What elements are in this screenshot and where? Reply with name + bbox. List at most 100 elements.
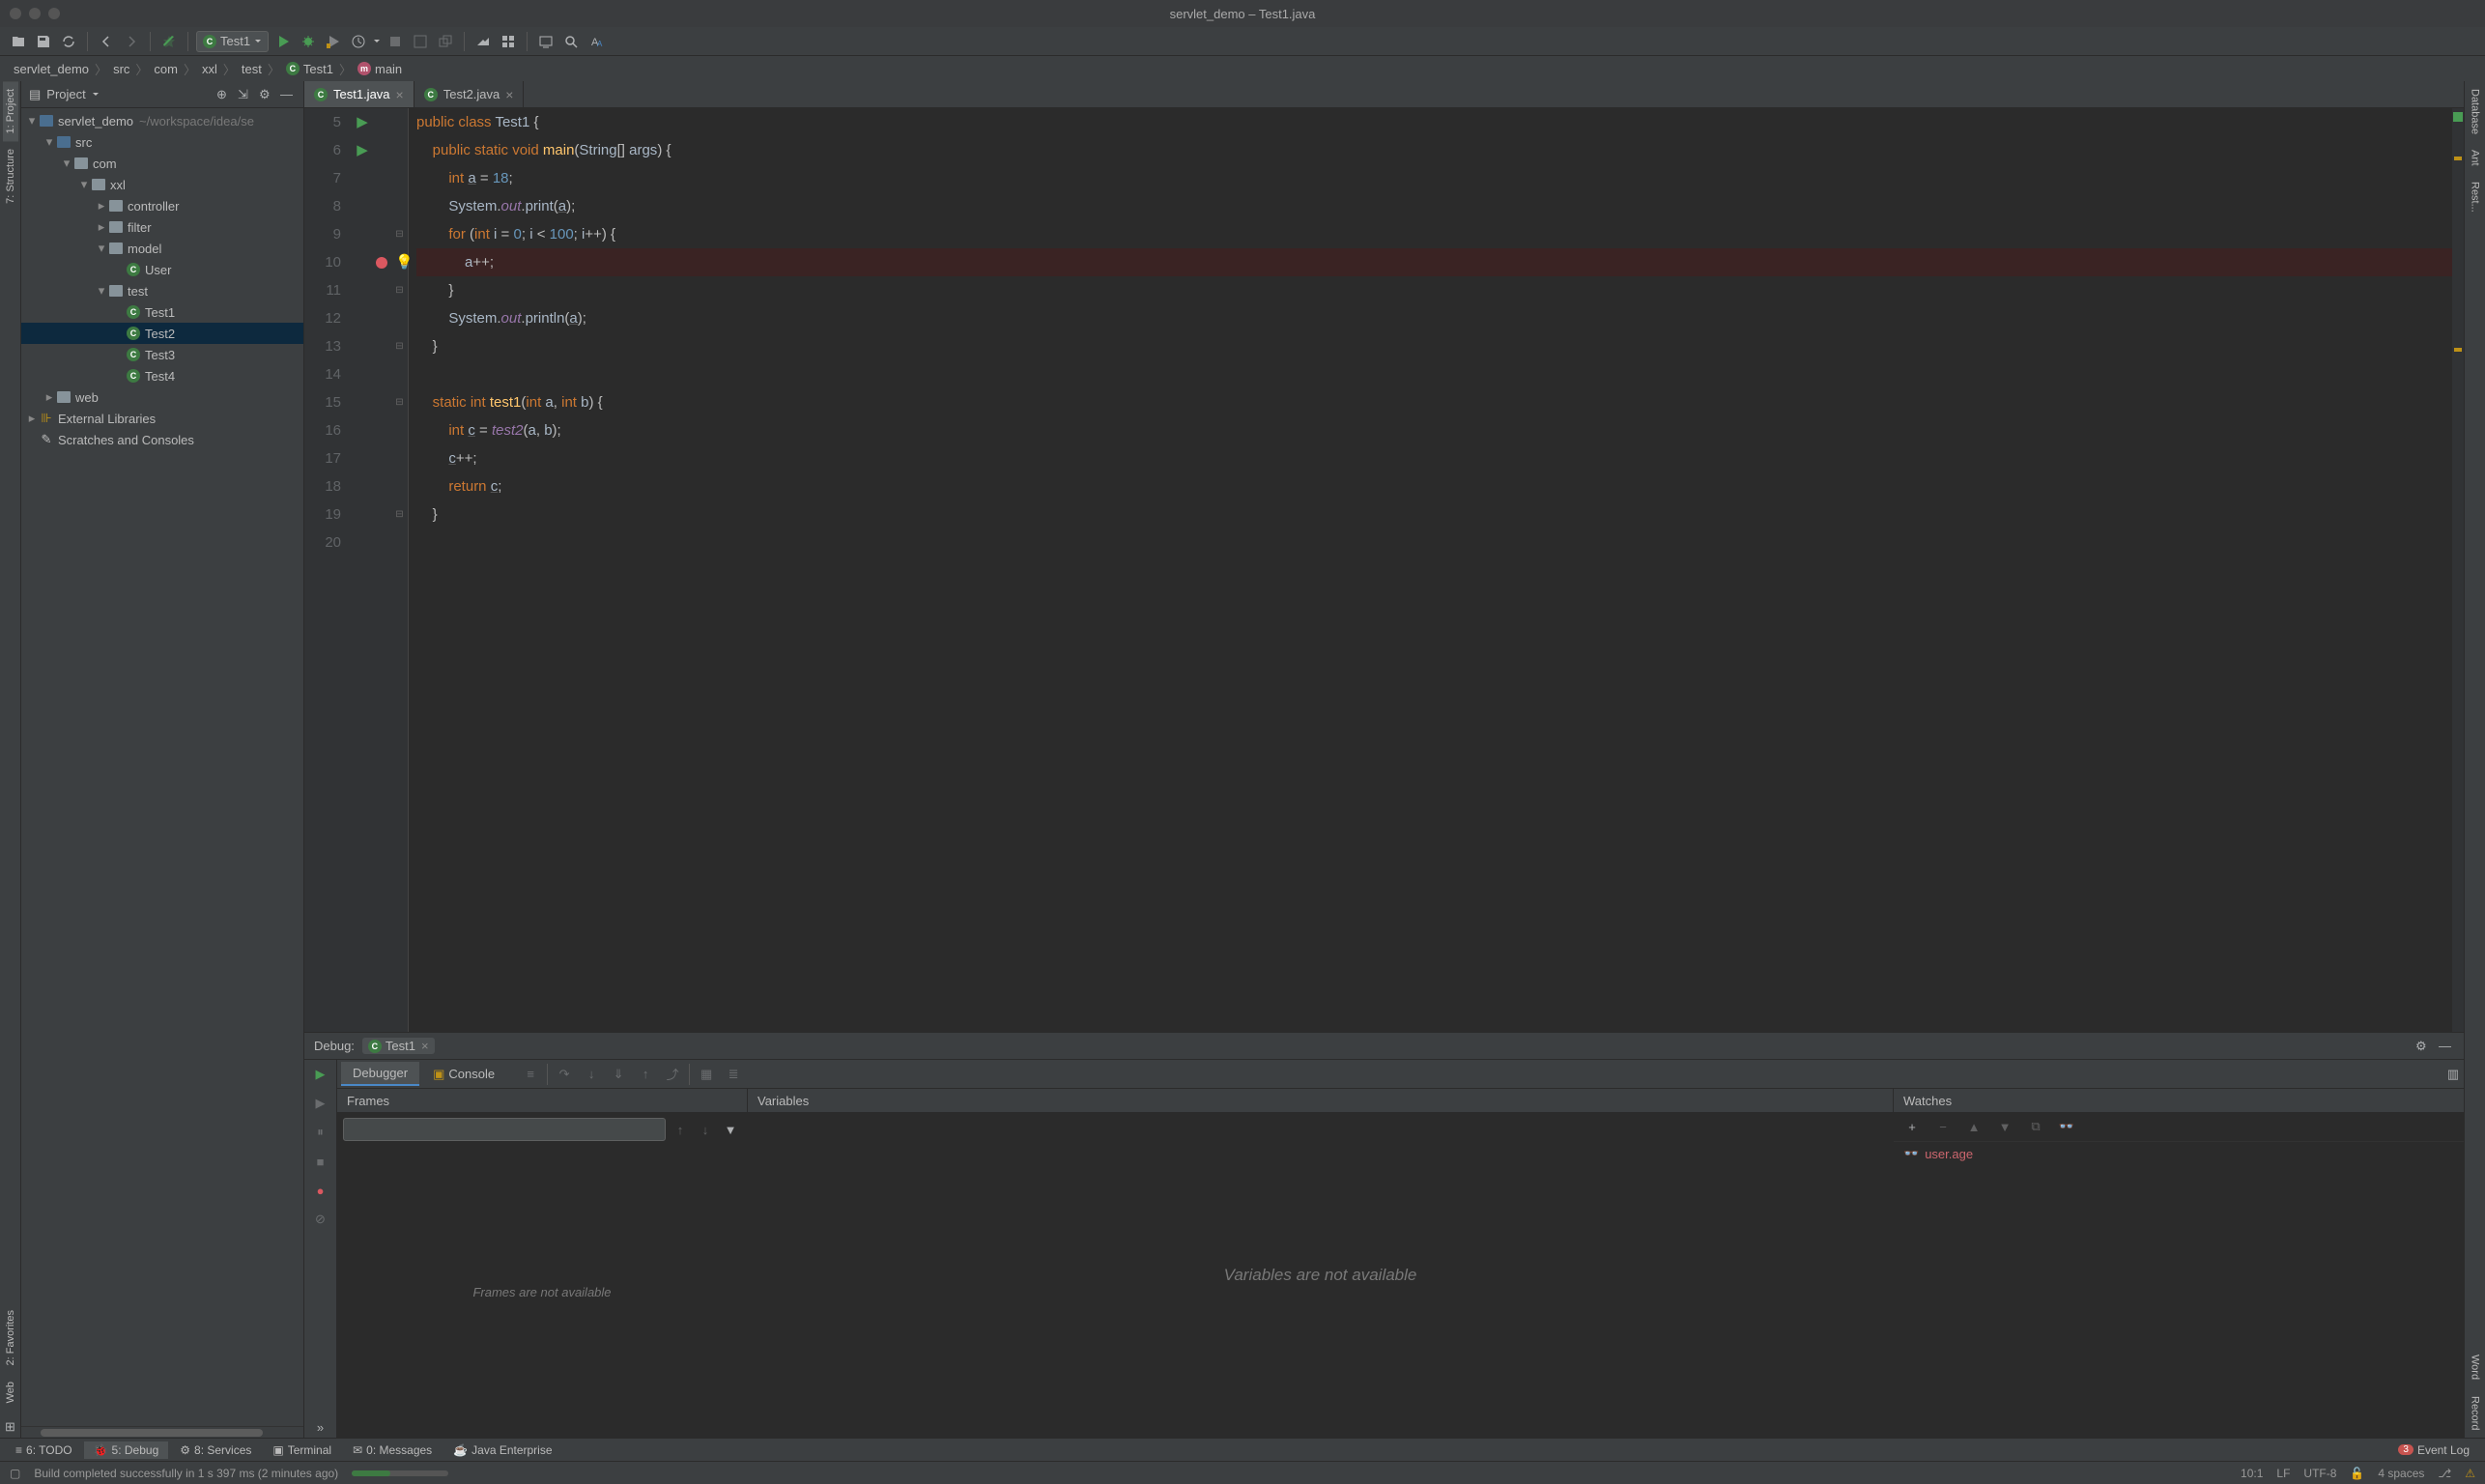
word-tool-tab[interactable]: Word [2468,1347,2483,1387]
tree-item[interactable]: ▾model [21,238,303,259]
indent-status[interactable]: 4 spaces [2378,1467,2424,1480]
gear-icon[interactable]: ⚙ [259,87,274,102]
more-icon[interactable]: » [310,1416,331,1438]
event-log-tab[interactable]: 3 Event Log [2388,1441,2479,1459]
line-ending[interactable]: LF [2276,1467,2290,1480]
move-down-icon[interactable]: ▼ [1994,1116,2015,1137]
messages-tab[interactable]: ✉0: Messages [343,1441,442,1459]
thread-selector[interactable] [343,1118,666,1141]
filter-icon[interactable]: ▼ [720,1119,741,1140]
tree-item[interactable]: ▾src [21,131,303,153]
tree-item[interactable]: ▸filter [21,216,303,238]
chevron-down-icon[interactable] [92,91,100,99]
readonly-icon[interactable]: 🔓 [2350,1467,2364,1480]
hide-icon[interactable]: — [2439,1039,2454,1054]
mute-breakpoints-button[interactable]: ⊘ [310,1209,331,1230]
close-tab-icon[interactable]: × [505,87,513,102]
close-icon[interactable]: × [421,1039,429,1053]
fold-gutter[interactable]: ⊟⊟⊟⊟⊟ [391,108,409,1032]
next-frame-icon[interactable]: ↓ [695,1119,716,1140]
breadcrumb-item[interactable]: xxl [198,62,221,76]
layout-icon[interactable]: ▥ [2442,1064,2464,1085]
debug-config[interactable]: Test1 × [362,1038,435,1054]
warning-mark[interactable] [2454,348,2462,352]
caret-pos[interactable]: 10:1 [2241,1467,2263,1480]
prev-frame-icon[interactable]: ↑ [670,1119,691,1140]
java-ee-tab[interactable]: ☕Java Enterprise [443,1441,561,1459]
breakpoint-gutter[interactable] [372,108,391,1032]
tool-window-quick-icon[interactable]: ▢ [10,1467,20,1480]
terminal-tab[interactable]: ▣Terminal [263,1441,341,1459]
todo-tab[interactable]: ≡6: TODO [6,1441,82,1459]
breadcrumb-item[interactable]: main [354,62,406,76]
debug-tab[interactable]: 🐞5: Debug [84,1441,169,1459]
step-out-icon[interactable]: ↑ [635,1064,656,1085]
tree-item[interactable]: ▸⊪External Libraries [21,408,303,429]
resume-button[interactable]: ▶ [310,1093,331,1114]
sync-icon[interactable] [58,31,79,52]
profile-icon[interactable] [348,31,369,52]
error-stripe[interactable] [2452,108,2464,1032]
breakpoint-icon[interactable] [376,257,387,269]
tree-item[interactable]: Test1 [21,301,303,323]
tree-item[interactable]: ▸web [21,386,303,408]
project-structure-icon[interactable] [472,31,494,52]
stop-button[interactable]: ■ [310,1151,331,1172]
build-icon[interactable] [158,31,180,52]
console-tab[interactable]: ▣ Console [421,1063,506,1086]
breadcrumb-item[interactable]: test [238,62,266,76]
search-everywhere-icon[interactable]: AA [586,31,607,52]
drop-frame-icon[interactable]: ⤴ [662,1064,683,1085]
tool-window-icon[interactable]: ⊞ [0,1416,21,1438]
chevron-down-icon[interactable] [373,38,381,45]
run-line-icon[interactable]: ▶ [357,108,368,136]
step-into-icon[interactable]: ↓ [581,1064,602,1085]
minimize-window-button[interactable] [29,8,41,19]
tree-item[interactable]: Test2 [21,323,303,344]
update-app-icon[interactable] [410,31,431,52]
breadcrumb-item[interactable]: src [109,62,133,76]
open-icon[interactable] [8,31,29,52]
eval-icon[interactable]: ▦ [696,1064,717,1085]
favorites-tool-tab[interactable]: 2: Favorites [3,1302,18,1373]
pause-button[interactable]: ⏸ [310,1122,331,1143]
warning-mark[interactable] [2454,157,2462,160]
view-breakpoints-button[interactable]: ● [310,1180,331,1201]
rerun-button[interactable]: ▶ [310,1064,331,1085]
tree-item[interactable]: ▸controller [21,195,303,216]
debugger-tab[interactable]: Debugger [341,1062,419,1086]
git-icon[interactable]: ⎇ [2438,1467,2451,1480]
move-up-icon[interactable]: ▲ [1963,1116,1985,1137]
editor-tab[interactable]: Test2.java × [414,81,525,107]
tree-item[interactable]: Test3 [21,344,303,365]
attach-icon[interactable] [435,31,456,52]
run-gutter[interactable]: ▶▶ [353,108,372,1032]
add-watch-icon[interactable]: + [1901,1116,1923,1137]
run-config-selector[interactable]: Test1 [196,31,269,52]
project-hscroll[interactable] [21,1426,303,1438]
database-tool-tab[interactable]: Database [2468,81,2483,142]
hide-icon[interactable]: — [280,87,296,102]
back-icon[interactable] [96,31,117,52]
show-exec-icon[interactable]: ≡ [520,1064,541,1085]
remove-watch-icon[interactable]: − [1932,1116,1954,1137]
tree-item[interactable]: ▾test [21,280,303,301]
locate-icon[interactable]: ⊕ [216,87,232,102]
watch-item[interactable]: 👓 user.age [1894,1142,2464,1165]
close-window-button[interactable] [10,8,21,19]
project-tool-tab[interactable]: 1: Project [3,81,18,141]
services-tab[interactable]: ⚙8: Services [170,1441,261,1459]
record-tool-tab[interactable]: Record [2468,1388,2483,1438]
trace-icon[interactable]: ≣ [723,1064,744,1085]
step-over-icon[interactable]: ↷ [554,1064,575,1085]
settings-icon[interactable] [498,31,519,52]
duplicate-icon[interactable]: ⧉ [2025,1116,2046,1137]
coverage-icon[interactable] [323,31,344,52]
structure-tool-tab[interactable]: 7: Structure [3,141,18,212]
search-icon[interactable] [560,31,582,52]
glasses-icon[interactable]: 👓 [2056,1116,2077,1137]
web-tool-tab[interactable]: Web [3,1374,18,1411]
tree-item[interactable]: ✎Scratches and Consoles [21,429,303,450]
run-icon[interactable] [272,31,294,52]
stop-icon[interactable] [385,31,406,52]
